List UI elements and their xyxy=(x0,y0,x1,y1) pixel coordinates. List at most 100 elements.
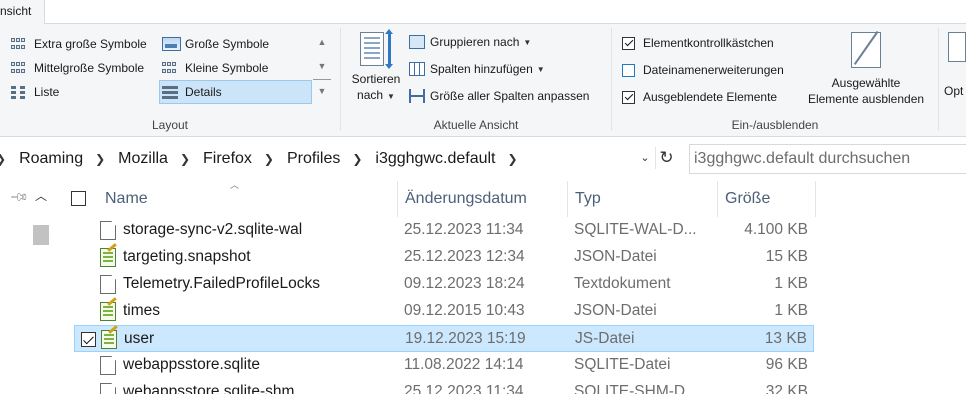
scrollbar-thumb[interactable] xyxy=(33,225,49,245)
hide-selected-button[interactable]: Ausgewählte Elemente ausblenden xyxy=(802,32,930,107)
group-by-button[interactable]: Gruppieren nach ▼ xyxy=(409,31,531,53)
chevron-down-icon: ▼ xyxy=(536,64,545,74)
layout-details[interactable]: Details xyxy=(159,80,312,104)
tab-view[interactable]: nsicht xyxy=(0,0,45,25)
file-size: 13 KB xyxy=(764,330,807,347)
layout-item-label: Kleine Symbole xyxy=(185,61,269,75)
chevron-right-icon: ❯ xyxy=(0,152,6,166)
file-row[interactable]: times 09.12.2015 10:43 JSON-Datei 1 KB xyxy=(74,298,814,325)
group-by-icon xyxy=(409,35,425,49)
file-date: 25.12.2023 11:34 xyxy=(404,383,524,394)
gallery-down-icon[interactable]: ▼ xyxy=(313,55,331,78)
file-size: 32 KB xyxy=(765,383,808,394)
breadcrumb-item[interactable]: i3gghgwc.default xyxy=(375,150,495,168)
file-date: 19.12.2023 15:19 xyxy=(405,330,526,347)
chevron-right-icon[interactable]: ❯ xyxy=(352,152,362,166)
chevron-right-icon[interactable]: ❯ xyxy=(264,152,274,166)
size-all-columns-label: Größe aller Spalten anpassen xyxy=(430,89,590,103)
sort-label-line1: Sortieren xyxy=(351,72,401,86)
extra-large-icons-icon xyxy=(11,37,30,51)
layout-medium-icons[interactable]: Mittelgroße Symbole xyxy=(9,57,159,79)
layout-list[interactable]: Liste xyxy=(9,81,159,103)
file-extensions-toggle[interactable]: Dateinamenerweiterungen xyxy=(622,59,784,81)
file-date: 09.12.2023 18:24 xyxy=(404,275,525,292)
file-extensions-checkbox[interactable] xyxy=(622,63,635,77)
gallery-up-icon[interactable]: ▲ xyxy=(313,31,331,54)
chevron-right-icon[interactable]: ❯ xyxy=(180,152,190,166)
file-row[interactable]: storage-sync-v2.sqlite-wal 25.12.2023 11:… xyxy=(74,217,814,244)
column-header-name[interactable]: Name xyxy=(98,181,398,217)
file-type: JS-Datei xyxy=(575,330,635,347)
file-name: Telemetry.FailedProfileLocks xyxy=(123,275,320,292)
chevron-down-icon: ▼ xyxy=(387,92,395,101)
add-columns-label: Spalten hinzufügen xyxy=(430,62,533,76)
breadcrumb-item[interactable]: Firefox xyxy=(203,150,252,168)
file-date: 11.08.2022 14:14 xyxy=(404,356,524,373)
pin-icon[interactable]: 📌︎ xyxy=(9,187,30,208)
search-input[interactable]: i3gghgwc.default durchsuchen xyxy=(689,144,966,174)
group-label-show-hide: Ein-/ausblenden xyxy=(731,118,819,132)
file-name: webappsstore.sqlite xyxy=(123,356,260,373)
select-all-checkbox[interactable] xyxy=(71,191,86,206)
notepad-file-icon xyxy=(100,302,116,321)
file-list: storage-sync-v2.sqlite-wal 25.12.2023 11:… xyxy=(74,217,814,394)
options-label: Opt xyxy=(944,84,964,98)
blank-file-icon xyxy=(100,383,116,394)
file-name: storage-sync-v2.sqlite-wal xyxy=(123,221,303,238)
file-row[interactable]: webappsstore.sqlite 11.08.2022 14:14 SQLIT… xyxy=(74,352,814,379)
column-header-size[interactable]: Größe xyxy=(718,181,816,217)
group-label-current-view: Aktuelle Ansicht xyxy=(433,118,519,132)
small-icons-icon xyxy=(162,61,181,75)
sort-by-button[interactable]: Sortieren nach ▼ xyxy=(347,29,405,112)
gallery-more-icon[interactable]: ▼ xyxy=(313,79,331,102)
item-checkboxes-toggle[interactable]: Elementkontrollkästchen xyxy=(622,32,774,54)
file-name: times xyxy=(123,302,161,319)
hide-selected-icon xyxy=(851,32,881,68)
layout-item-label: Details xyxy=(185,85,222,99)
breadcrumb-item[interactable]: Roaming xyxy=(19,150,83,168)
add-columns-button[interactable]: Spalten hinzufügen ▼ xyxy=(409,58,545,80)
layout-item-label: Mittelgroße Symbole xyxy=(34,61,145,75)
blank-file-icon xyxy=(100,356,116,375)
file-size: 96 KB xyxy=(765,356,808,373)
chevron-right-icon[interactable]: ❯ xyxy=(95,152,105,166)
address-bar-row: ❯ Roaming ❯ Mozilla ❯ Firefox ❯ Profiles… xyxy=(0,137,966,181)
item-checkboxes-checkbox[interactable] xyxy=(622,36,635,50)
file-row[interactable]: Telemetry.FailedProfileLocks 09.12.2023 1… xyxy=(74,271,814,298)
size-all-columns-button[interactable]: Größe aller Spalten anpassen xyxy=(409,85,589,107)
column-header-date[interactable]: Änderungsdatum xyxy=(398,181,568,217)
group-by-label: Gruppieren nach xyxy=(430,35,520,49)
layout-gallery-scroll: ▲ ▼ ▼ xyxy=(313,31,331,105)
item-checkboxes-label: Elementkontrollkästchen xyxy=(643,36,774,50)
chevron-down-icon: ▼ xyxy=(523,37,532,47)
scroll-up-icon[interactable]: ︿ xyxy=(35,187,47,204)
blank-file-icon xyxy=(100,221,116,240)
sort-icon xyxy=(358,29,394,69)
file-row[interactable]: targeting.snapshot 25.12.2023 12:34 JSON-D… xyxy=(74,244,814,271)
refresh-icon[interactable]: ↻ xyxy=(655,147,677,169)
address-history-chevron-down-icon[interactable]: ⌄ xyxy=(637,147,653,169)
file-type: SQLITE-WAL-D... xyxy=(574,221,697,238)
hidden-items-toggle[interactable]: Ausgeblendete Elemente xyxy=(622,86,777,108)
ribbon-tab-strip: nsicht xyxy=(0,0,966,25)
layout-item-label: Große Symbole xyxy=(185,37,270,51)
notepad-file-icon xyxy=(100,248,116,267)
row-checkbox[interactable] xyxy=(81,332,96,347)
hidden-items-checkbox[interactable] xyxy=(622,90,635,104)
file-name: targeting.snapshot xyxy=(123,248,251,265)
layout-large-icons[interactable]: Große Symbole xyxy=(160,33,310,55)
file-row[interactable]: webappsstore.sqlite-shm 25.12.2023 11:34 S… xyxy=(74,379,814,394)
file-row[interactable]: user 19.12.2023 15:19 JS-Datei 13 KB xyxy=(74,325,814,352)
navigation-scrollbar[interactable]: ︿ xyxy=(30,185,52,394)
layout-extra-large-icons[interactable]: Extra große Symbole xyxy=(9,33,159,55)
options-button[interactable]: Opt xyxy=(944,32,966,98)
breadcrumb-item[interactable]: Mozilla xyxy=(118,150,168,168)
ribbon: Extra große Symbole Große Symbole Mittel… xyxy=(0,24,966,137)
breadcrumb[interactable]: ❯ Roaming ❯ Mozilla ❯ Firefox ❯ Profiles… xyxy=(0,144,652,174)
layout-item-label: Extra große Symbole xyxy=(34,37,147,51)
notepad-file-icon xyxy=(101,330,117,349)
chevron-right-icon[interactable]: ❯ xyxy=(508,152,518,166)
layout-small-icons[interactable]: Kleine Symbole xyxy=(160,57,310,79)
column-header-type[interactable]: Typ xyxy=(568,181,718,217)
breadcrumb-item[interactable]: Profiles xyxy=(287,150,340,168)
